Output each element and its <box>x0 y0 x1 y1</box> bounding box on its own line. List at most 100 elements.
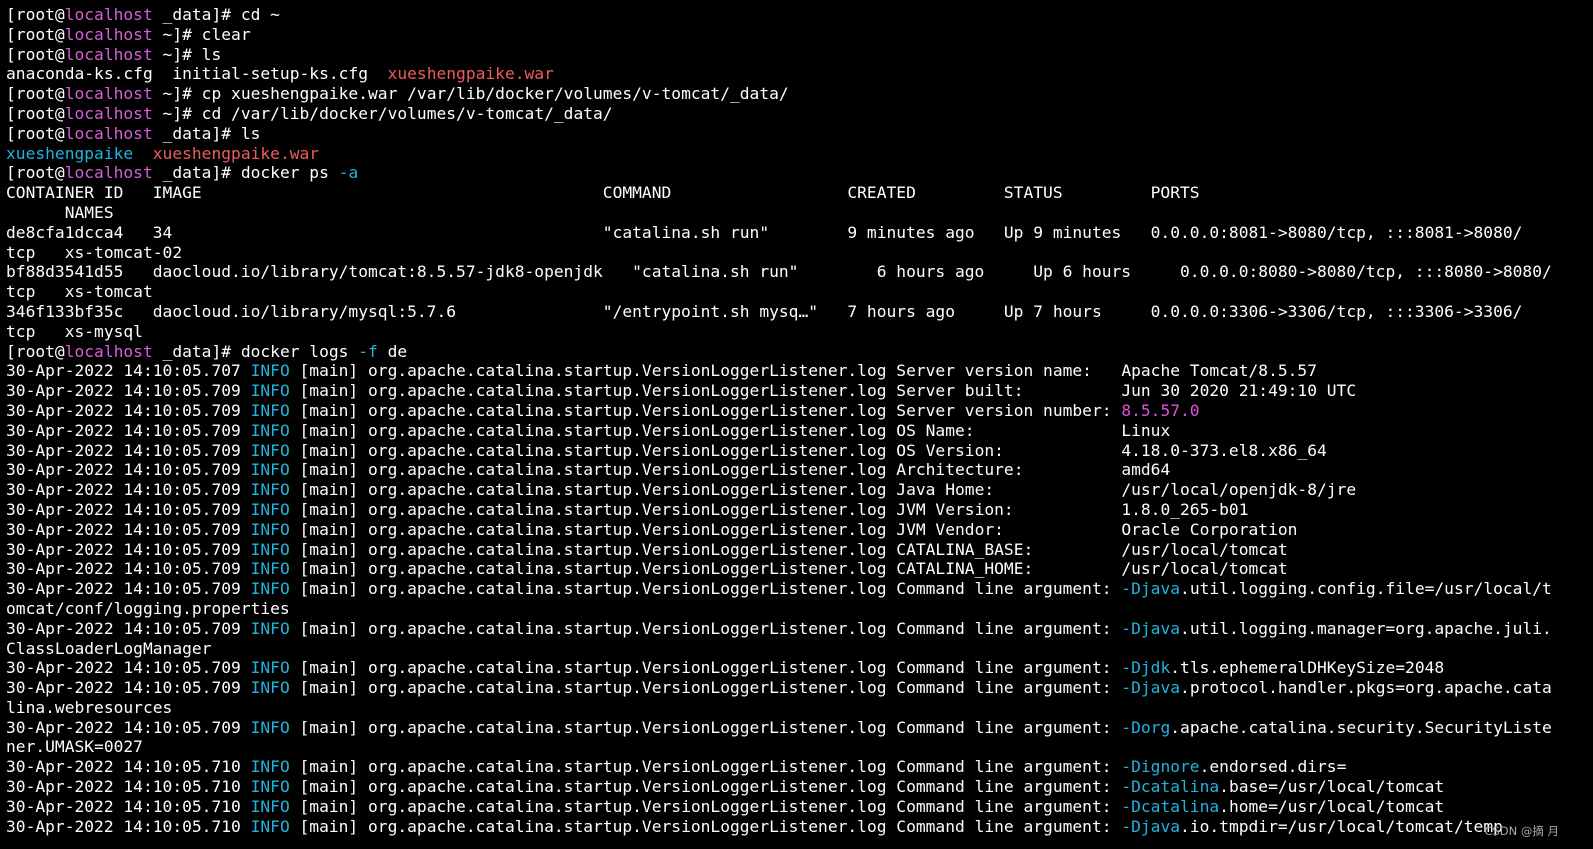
watermark: CSDN @摘 月 <box>1484 824 1559 838</box>
terminal-line: 30-Apr-2022 14:10:05.710 INFO [main] org… <box>6 757 1588 777</box>
terminal-text-segment: localhost <box>64 44 153 64</box>
terminal-text-segment: -Djava <box>1121 816 1181 836</box>
terminal-text-segment: INFO <box>250 519 290 539</box>
terminal-line: 30-Apr-2022 14:10:05.709 INFO [main] org… <box>6 480 1588 500</box>
terminal-line: anaconda-ks.cfg initial-setup-ks.cfg xue… <box>6 64 1588 84</box>
terminal-text-segment: [main] org.apache.catalina.startup.Versi… <box>289 499 1249 519</box>
terminal-text-segment: INFO <box>250 816 290 836</box>
terminal-line: 30-Apr-2022 14:10:05.709 INFO [main] org… <box>6 441 1588 461</box>
terminal-text-segment: [main] org.apache.catalina.startup.Versi… <box>289 579 1122 599</box>
terminal-text-segment: _data]# ls <box>152 123 261 143</box>
terminal-line: tcp xs-tomcat-02 <box>6 243 1588 263</box>
terminal-text-segment: localhost <box>64 24 153 44</box>
terminal-line: 30-Apr-2022 14:10:05.709 INFO [main] org… <box>6 500 1588 520</box>
terminal-line: bf88d3541d55 daocloud.io/library/tomcat:… <box>6 262 1588 282</box>
terminal-line: [root@localhost ~]# clear <box>6 25 1588 45</box>
terminal-text-segment: 30-Apr-2022 14:10:05.709 <box>6 440 251 460</box>
terminal-line: [root@localhost _data]# docker logs -f d… <box>6 342 1588 362</box>
terminal-text-segment: .util.logging.manager=org.apache.juli. <box>1180 618 1552 638</box>
terminal-text-segment: [main] org.apache.catalina.startup.Versi… <box>289 460 1171 480</box>
terminal-text-segment: INFO <box>250 559 290 579</box>
terminal-line: 30-Apr-2022 14:10:05.709 INFO [main] org… <box>6 540 1588 560</box>
terminal-text-segment: ~]# cp xueshengpaike.war /var/lib/docker… <box>152 84 789 104</box>
terminal-text-segment: 8.5.57.0 <box>1121 400 1200 420</box>
terminal-text-segment: 30-Apr-2022 14:10:05.710 <box>6 796 251 816</box>
terminal-line: 30-Apr-2022 14:10:05.709 INFO [main] org… <box>6 381 1588 401</box>
terminal-text-segment: tcp xs-tomcat-02 <box>6 242 183 262</box>
terminal-text-segment: -a <box>338 163 359 183</box>
terminal-text-segment: INFO <box>250 460 290 480</box>
terminal-text-segment: .util.logging.config.file=/usr/local/t <box>1180 579 1552 599</box>
terminal-text-segment: INFO <box>250 420 290 440</box>
terminal-text-segment: 30-Apr-2022 14:10:05.710 <box>6 777 251 797</box>
terminal-text-segment: ~]# clear <box>152 24 251 44</box>
terminal-text-segment: 30-Apr-2022 14:10:05.709 <box>6 618 251 638</box>
terminal-text-segment: [root@ <box>6 5 65 24</box>
terminal-line: 30-Apr-2022 14:10:05.709 INFO [main] org… <box>6 579 1588 599</box>
terminal-text-segment: _data]# docker logs <box>152 341 359 361</box>
terminal-text-segment: INFO <box>250 480 290 500</box>
terminal-text-segment: localhost <box>64 103 153 123</box>
terminal-text-segment: .protocol.handler.pkgs=org.apache.cata <box>1180 678 1552 698</box>
terminal-line: 30-Apr-2022 14:10:05.709 INFO [main] org… <box>6 460 1588 480</box>
terminal-text-segment: .base=/usr/local/tomcat <box>1219 777 1445 797</box>
terminal-text-segment: [main] org.apache.catalina.startup.Versi… <box>289 361 1317 381</box>
terminal-text-segment: INFO <box>250 757 290 777</box>
terminal-text-segment: bf88d3541d55 daocloud.io/library/tomcat:… <box>6 262 1552 282</box>
terminal-line: [root@localhost _data]# docker ps -a <box>6 163 1588 183</box>
terminal-line: xueshengpaike xueshengpaike.war <box>6 144 1588 164</box>
terminal-text-segment: [main] org.apache.catalina.startup.Versi… <box>289 400 1122 420</box>
terminal-text-segment: .io.tmpdir=/usr/local/tomcat/temp <box>1180 816 1503 836</box>
terminal-text-segment: de8cfa1dcca4 34 "catalina.sh run" 9 minu… <box>6 222 1523 242</box>
terminal-line: [root@localhost ~]# cd /var/lib/docker/v… <box>6 104 1588 124</box>
terminal-text-segment: INFO <box>250 777 290 797</box>
terminal-line: de8cfa1dcca4 34 "catalina.sh run" 9 minu… <box>6 223 1588 243</box>
terminal-text-segment: ~]# ls <box>152 44 222 64</box>
terminal-text-segment: .home=/usr/local/tomcat <box>1219 796 1445 816</box>
terminal-text-segment: -f <box>358 341 378 361</box>
terminal-text-segment: lina.webresources <box>6 697 173 717</box>
terminal-text-segment: -Dignore <box>1121 757 1200 777</box>
terminal-text-segment: tcp xs-tomcat <box>6 282 153 302</box>
terminal-text-segment: [main] org.apache.catalina.startup.Versi… <box>289 381 1357 401</box>
terminal-line: NAMES <box>6 203 1588 223</box>
terminal-text-segment: INFO <box>250 499 290 519</box>
terminal-text-segment: [main] org.apache.catalina.startup.Versi… <box>289 796 1122 816</box>
terminal-line: 30-Apr-2022 14:10:05.707 INFO [main] org… <box>6 361 1588 381</box>
terminal-text-segment: INFO <box>250 381 290 401</box>
terminal-text-segment: INFO <box>250 658 290 678</box>
terminal-text-segment: [root@ <box>6 44 65 64</box>
terminal-text-segment: ner.UMASK=0027 <box>6 737 143 757</box>
terminal-line: [root@localhost _data]# cd ~ <box>6 5 1588 25</box>
terminal-text-segment: 30-Apr-2022 14:10:05.709 <box>6 460 251 480</box>
terminal-text-segment: 30-Apr-2022 14:10:05.709 <box>6 499 251 519</box>
terminal-text-segment: 30-Apr-2022 14:10:05.707 <box>6 361 251 381</box>
terminal-text-segment: [main] org.apache.catalina.startup.Versi… <box>289 559 1288 579</box>
terminal-line: [root@localhost ~]# cp xueshengpaike.war… <box>6 84 1588 104</box>
terminal-text-segment: [main] org.apache.catalina.startup.Versi… <box>289 717 1122 737</box>
terminal-text-segment: [main] org.apache.catalina.startup.Versi… <box>289 539 1288 559</box>
terminal-text-segment: [main] org.apache.catalina.startup.Versi… <box>289 618 1122 638</box>
terminal-text-segment: 30-Apr-2022 14:10:05.709 <box>6 658 251 678</box>
terminal-text-segment: [root@ <box>6 123 65 143</box>
terminal-line: tcp xs-mysql <box>6 322 1588 342</box>
terminal-text-segment: -Djava <box>1121 618 1181 638</box>
terminal-text-segment: 30-Apr-2022 14:10:05.709 <box>6 678 251 698</box>
terminal-text-segment: ClassLoaderLogManager <box>6 638 212 658</box>
terminal-text-segment: [root@ <box>6 24 65 44</box>
terminal-text-segment: 30-Apr-2022 14:10:05.709 <box>6 420 251 440</box>
terminal-text-segment: omcat/conf/logging.properties <box>6 598 290 618</box>
terminal-line: 30-Apr-2022 14:10:05.709 INFO [main] org… <box>6 421 1588 441</box>
terminal-text-segment: INFO <box>250 361 290 381</box>
terminal-text-segment: [root@ <box>6 341 65 361</box>
terminal-text-segment: _data]# cd ~ <box>152 5 280 24</box>
terminal-output[interactable]: [root@localhost _data]# cd ~ [root@localh… <box>6 5 1588 836</box>
terminal-text-segment: 346f133bf35c daocloud.io/library/mysql:5… <box>6 301 1523 321</box>
terminal-text-segment: INFO <box>250 717 290 737</box>
terminal-text-segment: [root@ <box>6 163 65 183</box>
terminal-text-segment: 30-Apr-2022 14:10:05.709 <box>6 400 251 420</box>
terminal-text-segment: xueshengpaike <box>6 143 134 163</box>
terminal-text-segment: ~]# cd /var/lib/docker/volumes/v-tomcat/… <box>152 103 613 123</box>
terminal-text-segment: de <box>377 341 408 361</box>
terminal-line: [root@localhost _data]# ls <box>6 124 1588 144</box>
